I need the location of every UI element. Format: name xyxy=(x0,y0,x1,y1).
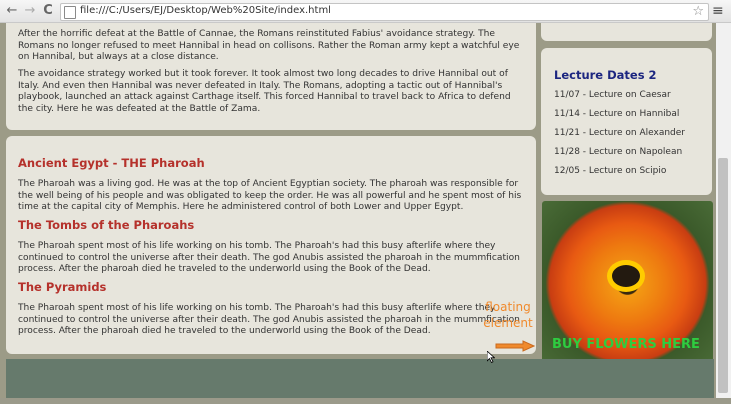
tombs-paragraph: The Pharoah spent most of his life worki… xyxy=(18,241,520,274)
annotation-line-2: element xyxy=(483,316,533,330)
back-button[interactable]: ← xyxy=(4,3,20,19)
tombs-heading: The Tombs of the Pharoahs xyxy=(18,218,195,232)
rome-paragraph-1: After the horrific defeat at the Battle … xyxy=(18,29,520,62)
egypt-heading: Ancient Egypt - THE Pharoah xyxy=(18,156,205,170)
pyramids-paragraph: The Pharoah spent most of his life worki… xyxy=(18,303,520,336)
egypt-paragraph: The Pharoah was a living god. He was at … xyxy=(18,179,522,212)
footer-bar xyxy=(6,359,714,398)
vertical-scrollbar[interactable] xyxy=(716,23,731,398)
forward-button[interactable]: → xyxy=(22,3,38,19)
mouse-cursor-icon xyxy=(487,351,495,363)
rome-panel: After the horrific defeat at the Battle … xyxy=(6,23,536,130)
sidebar-top-panel xyxy=(541,23,712,41)
menu-icon[interactable]: ≡ xyxy=(712,3,724,19)
lecture-item: 11/07 - Lecture on Caesar xyxy=(554,90,671,100)
star-icon[interactable]: ☆ xyxy=(692,4,704,19)
floating-element-annotation: floating element xyxy=(478,299,538,331)
annotation-line-1: floating xyxy=(485,300,531,314)
lecture-item: 11/28 - Lecture on Napolean xyxy=(554,147,683,157)
arrow-right-icon xyxy=(495,340,535,352)
lecture-dates-panel: Lecture Dates 2 11/07 - Lecture on Caesa… xyxy=(541,48,712,195)
page-icon xyxy=(64,6,76,19)
lecture-item: 11/21 - Lecture on Alexander xyxy=(554,128,685,138)
pyramids-heading: The Pyramids xyxy=(18,280,107,294)
rome-paragraph-2: The avoidance strategy worked but it too… xyxy=(18,69,511,114)
browser-toolbar: ← → C file:///C:/Users/EJ/Desktop/Web%20… xyxy=(0,0,731,23)
reload-button[interactable]: C xyxy=(40,3,56,19)
lecture-item: 12/05 - Lecture on Scipio xyxy=(554,166,667,176)
egypt-panel: Ancient Egypt - THE Pharoah The Pharoah … xyxy=(6,136,536,354)
scroll-thumb[interactable] xyxy=(718,158,728,393)
lecture-item: 11/14 - Lecture on Hannibal xyxy=(554,109,680,119)
lecture-dates-title: Lecture Dates 2 xyxy=(554,68,657,82)
address-bar[interactable]: file:///C:/Users/EJ/Desktop/Web%20Site/i… xyxy=(60,3,709,21)
flower-center xyxy=(612,265,640,287)
url-text: file:///C:/Users/EJ/Desktop/Web%20Site/i… xyxy=(80,5,331,16)
buy-flowers-link[interactable]: BUY FLOWERS HERE xyxy=(552,337,700,352)
